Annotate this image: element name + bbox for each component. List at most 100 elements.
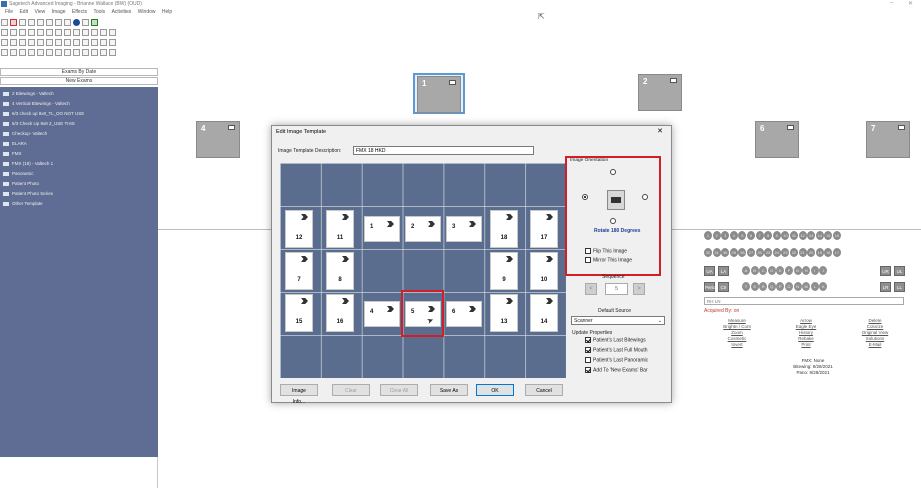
copy-icon[interactable] [55, 19, 62, 26]
last-full-mouth-checkbox[interactable]: Patient's Last Full Mouth [585, 347, 648, 353]
delete-icon[interactable] [10, 19, 17, 26]
refresh-icon[interactable] [109, 49, 116, 56]
ur-button[interactable]: UR [880, 266, 891, 276]
tooth-button[interactable]: O [784, 282, 793, 291]
tooth-button[interactable]: K [819, 282, 828, 291]
redo-icon[interactable] [46, 19, 53, 26]
menu-effects[interactable]: Effects [72, 9, 87, 15]
scanner-icon[interactable] [28, 49, 35, 56]
tooth-button[interactable]: 5 [738, 231, 747, 240]
clear-button[interactable]: Clear [332, 384, 370, 396]
info-icon[interactable] [73, 19, 80, 26]
menu-view[interactable]: View [34, 9, 45, 15]
export-icon[interactable] [91, 19, 98, 26]
last-bitewings-checkbox[interactable]: Patient's Last Bitewings [585, 337, 646, 343]
import-icon[interactable] [91, 49, 98, 56]
sensor-icon[interactable] [37, 49, 44, 56]
image-slot-10[interactable]: 10 [530, 252, 558, 290]
patient-icon[interactable] [46, 49, 53, 56]
text-icon[interactable] [37, 29, 44, 36]
image-slot-11[interactable]: 11 [326, 210, 354, 248]
image-slot-18[interactable]: 18 [490, 210, 518, 248]
tooth-button[interactable]: 27 [746, 248, 755, 257]
tooth-button[interactable]: 2 [712, 231, 721, 240]
brightness-icon[interactable] [46, 39, 53, 46]
tooth-button[interactable]: P [776, 282, 785, 291]
image-slot-thumbnail[interactable]: 1 [417, 76, 461, 113]
add-to-new-exams-checkbox[interactable]: Add To 'New Exams' Bar [585, 367, 648, 373]
mirror-icon[interactable] [28, 39, 35, 46]
list-icon[interactable] [82, 19, 89, 26]
contrast-icon[interactable] [37, 39, 44, 46]
filter-icon[interactable] [64, 39, 71, 46]
compare-icon[interactable] [64, 49, 71, 56]
tooth-button[interactable]: T [742, 282, 750, 291]
default-source-select[interactable]: Scanner ⌄ [571, 316, 665, 325]
tooth-button[interactable]: 26 [755, 248, 764, 257]
menu-image[interactable]: Image [52, 9, 66, 15]
tooth-button[interactable]: C [759, 266, 768, 275]
emboss-icon[interactable] [91, 39, 98, 46]
list-item[interactable]: Panoramic [0, 169, 158, 179]
tooth-button[interactable]: 28 [738, 248, 747, 257]
flip-image-checkbox[interactable]: Flip This Image [585, 248, 627, 254]
tooth-icon[interactable] [73, 49, 80, 56]
sequence-field[interactable]: 5 [605, 283, 628, 295]
list-item[interactable]: 6/3 check up 9x8_TL_DO NOT USE [0, 109, 158, 119]
image-slot-thumbnail[interactable]: 7 [866, 121, 910, 158]
ellipse-icon[interactable] [55, 29, 62, 36]
mail-icon[interactable] [28, 19, 35, 26]
tooth-button[interactable]: S [750, 282, 759, 291]
image-slot-15[interactable]: 15 [285, 294, 313, 332]
tooth-button[interactable]: 10 [781, 231, 790, 240]
histogram-icon[interactable] [82, 39, 89, 46]
orientation-radio-right[interactable] [642, 194, 648, 200]
image-slot-6[interactable]: 6 [446, 301, 482, 327]
sequence-prev-button[interactable]: < [585, 283, 597, 295]
tooth-button[interactable]: E [776, 266, 785, 275]
last-panoramic-checkbox[interactable]: Patient's Last Panoramic [585, 357, 648, 363]
pointer-icon[interactable] [1, 29, 8, 36]
invert-link[interactable]: Invert [717, 342, 757, 348]
save-icon[interactable] [1, 19, 8, 26]
rotate-left-icon[interactable] [1, 39, 8, 46]
list-item[interactable]: Patient Photo Series [0, 189, 158, 199]
list-item[interactable]: 6/3 Check Up 9x8 2_USE THIS [0, 119, 158, 129]
rectangle-icon[interactable] [64, 29, 71, 36]
layout-icon[interactable] [109, 29, 116, 36]
tooth-button[interactable]: R [759, 282, 768, 291]
image-slot-4[interactable]: 4 [364, 301, 400, 327]
zoom-icon[interactable] [19, 29, 26, 36]
list-item[interactable]: 4 Vertical Bitewings - Valtech [0, 99, 158, 109]
list-item[interactable]: FMX [0, 149, 158, 159]
tooth-button[interactable]: 20 [807, 248, 816, 257]
tooth-button[interactable]: 14 [815, 231, 824, 240]
sequence-next-button[interactable]: > [633, 283, 645, 295]
pencil-icon[interactable] [73, 29, 80, 36]
tooth-button[interactable]: 3 [721, 231, 730, 240]
settings-icon[interactable] [100, 49, 107, 56]
ll-button[interactable]: LL [894, 282, 905, 292]
image-slot-thumbnail[interactable]: 4 [196, 121, 240, 158]
paste-icon[interactable] [64, 19, 71, 26]
menu-window[interactable]: Window [138, 9, 156, 15]
sort-icon[interactable] [55, 49, 62, 56]
grid-icon[interactable] [91, 29, 98, 36]
list-item[interactable]: Other Template [0, 199, 158, 209]
image-slot-16[interactable]: 16 [326, 294, 354, 332]
tooth-button[interactable]: Q [767, 282, 776, 291]
tooth-button[interactable]: 31 [712, 248, 721, 257]
ua-button[interactable]: UA [704, 266, 715, 276]
export-image-icon[interactable] [82, 49, 89, 56]
tooth-button[interactable]: H [802, 266, 811, 275]
cancel-button[interactable]: Cancel [525, 384, 563, 396]
list-item[interactable]: FMX (18) - Valtech 1 [0, 159, 158, 169]
menu-activities[interactable]: Activities [112, 9, 132, 15]
ul-button[interactable]: UL [894, 266, 905, 276]
tooth-button[interactable]: 24 [772, 248, 781, 257]
image-info-button[interactable]: Image Info... [280, 384, 318, 405]
lr-button[interactable]: LR [880, 282, 891, 292]
menu-help[interactable]: Help [162, 9, 172, 15]
image-notes-field[interactable]: RH LN [704, 297, 904, 305]
tooth-button[interactable]: J [819, 266, 828, 275]
